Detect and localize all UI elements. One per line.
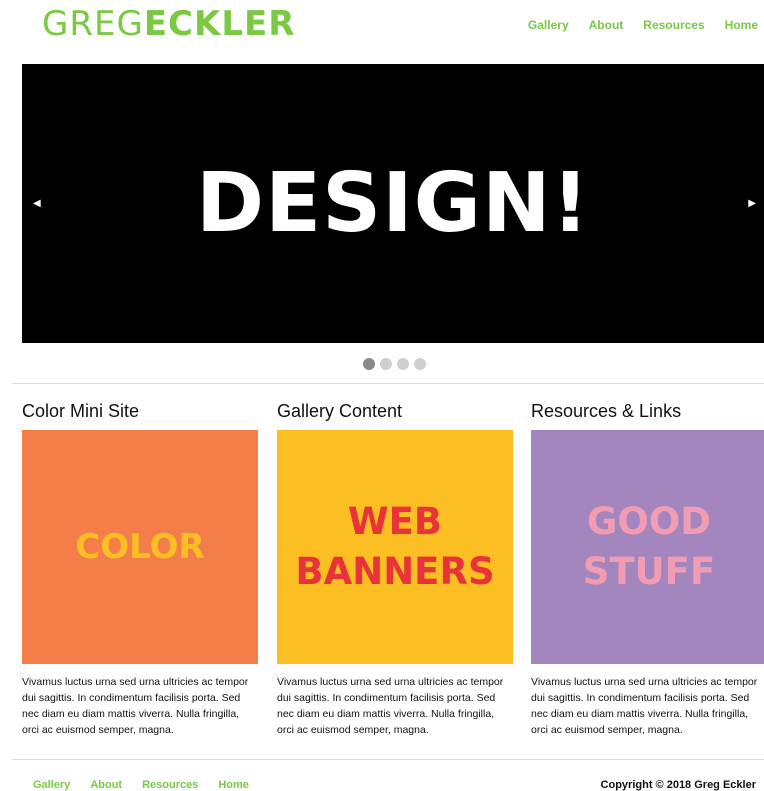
slider-dot-3[interactable] — [397, 358, 409, 370]
slider-dot-4[interactable] — [414, 358, 426, 370]
footer-divider — [12, 759, 764, 760]
feature-column-color: Color Mini Site COLOR Vivamus luctus urn… — [22, 400, 258, 736]
section-divider — [12, 383, 764, 384]
feature-tile-color[interactable]: COLOR — [22, 430, 258, 664]
nav-about-link[interactable]: About — [589, 18, 624, 32]
column-description: Vivamus luctus urna sed urna ultricies a… — [277, 676, 504, 736]
footer-home-link[interactable]: Home — [218, 779, 249, 791]
next-arrow-icon[interactable]: ▶ — [748, 198, 756, 209]
feature-column-gallery: Gallery Content WEB BANNERS Vivamus luct… — [277, 400, 513, 736]
tile-line-1: WEB — [347, 500, 443, 543]
column-title: Gallery Content — [277, 401, 403, 421]
copyright-text: Copyright © 2018 Greg Eckler — [600, 779, 756, 791]
footer-resources-link[interactable]: Resources — [142, 779, 198, 791]
column-title: Color Mini Site — [22, 401, 140, 421]
nav-resources-link[interactable]: Resources — [643, 18, 704, 32]
hero-slider: ◀ DESIGN! ▶ — [22, 64, 764, 343]
slider-dot-1[interactable] — [363, 358, 375, 370]
tile-line-1: GOOD — [586, 500, 711, 543]
feature-tile-web-banners[interactable]: WEB BANNERS — [277, 430, 513, 664]
tile-line-2: BANNERS — [295, 550, 495, 593]
tile-line-2: STUFF — [582, 550, 716, 593]
slider-pagination — [363, 358, 426, 370]
logo-first-name: GREG — [42, 4, 144, 44]
site-logo[interactable]: GREGECKLER — [42, 4, 295, 44]
feature-tile-good-stuff[interactable]: GOOD STUFF — [531, 430, 764, 664]
nav-gallery-link[interactable]: Gallery — [528, 18, 569, 32]
footer-about-link[interactable]: About — [90, 779, 122, 791]
nav-home-link[interactable]: Home — [725, 18, 758, 32]
logo-last-name: ECKLER — [143, 4, 296, 44]
top-navigation: Gallery About Resources Home — [528, 18, 758, 32]
slide-headline: DESIGN! — [196, 156, 590, 251]
column-description: Vivamus luctus urna sed urna ultricies a… — [531, 676, 758, 736]
column-title: Resources & Links — [531, 401, 682, 421]
footer-navigation: Gallery About Resources Home — [33, 779, 249, 791]
column-description: Vivamus luctus urna sed urna ultricies a… — [22, 676, 249, 736]
feature-column-resources: Resources & Links GOOD STUFF Vivamus luc… — [531, 400, 764, 736]
tile-line-1: COLOR — [75, 527, 205, 567]
footer-gallery-link[interactable]: Gallery — [33, 779, 70, 791]
slider-dot-2[interactable] — [380, 358, 392, 370]
